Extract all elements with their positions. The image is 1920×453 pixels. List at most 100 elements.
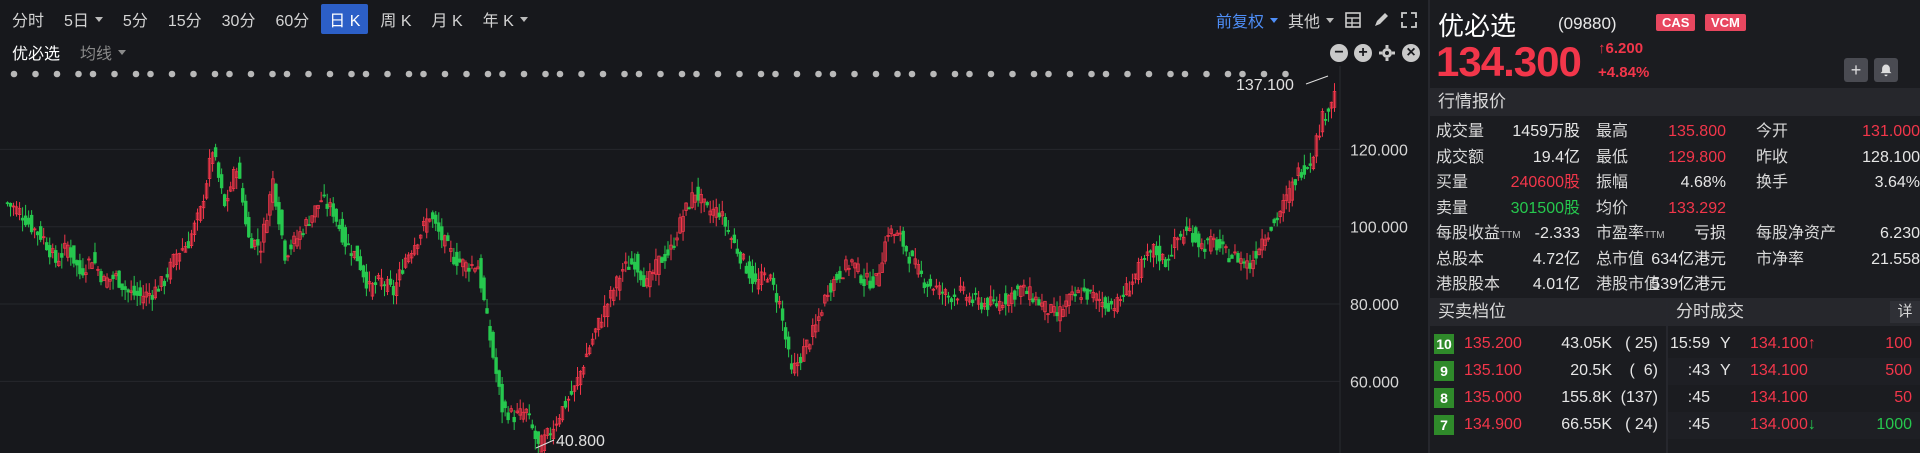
alert-bell-button[interactable] — [1874, 58, 1898, 82]
other-dropdown[interactable]: 其他 — [1288, 8, 1334, 32]
ma-dropdown[interactable]: 均线 — [80, 40, 127, 64]
quote-key: 市净率 — [1756, 248, 1804, 272]
event-dot — [772, 70, 779, 78]
candle-body — [135, 290, 139, 296]
tick-row: :45 134.000↓ 1000 — [1668, 412, 1920, 439]
event-dot — [520, 70, 528, 78]
candle-body — [738, 251, 743, 264]
period-tab-1[interactable]: 5日 — [56, 4, 111, 34]
period-label: 5日 — [64, 13, 89, 30]
quote-key: 总市值 — [1596, 248, 1644, 272]
zoom-in-icon[interactable]: + — [1354, 44, 1372, 62]
candle-body — [358, 256, 363, 270]
event-dot — [1030, 70, 1038, 78]
ask-price: 135.100 — [1464, 362, 1522, 379]
candle-body — [970, 299, 975, 303]
candle-body — [1254, 251, 1258, 259]
tick-volume: 50 — [1894, 389, 1912, 406]
ask-volume: 155.8K — [1561, 389, 1612, 406]
event-dot — [111, 70, 118, 78]
candle-body — [928, 278, 933, 287]
event-dot — [815, 70, 822, 78]
orderbook-row[interactable]: 8 135.000 155.8K (137) — [1430, 385, 1666, 412]
event-dot — [348, 70, 355, 78]
candle-body — [1191, 233, 1195, 243]
quote-key-text: 港股股本 — [1436, 276, 1501, 293]
quote-value: 3.64% — [1874, 174, 1920, 191]
event-dot — [53, 70, 61, 78]
add-watchlist-button[interactable]: + — [1844, 58, 1868, 82]
period-label: 年 K — [482, 13, 514, 30]
candle-body — [331, 203, 335, 217]
event-dot — [168, 70, 176, 78]
candle-body — [213, 147, 218, 158]
orderbook-row[interactable]: 7 134.900 66.55K ( 24) — [1430, 412, 1666, 439]
candle-body — [627, 266, 631, 270]
y-tick-label: 60.000 — [1350, 374, 1399, 391]
period-tab-3[interactable]: 15分 — [160, 4, 210, 34]
candle-body — [1326, 108, 1331, 112]
tick-price-wrap: 134.100 — [1750, 389, 1808, 407]
event-dot — [10, 70, 18, 78]
candle-body — [735, 248, 740, 254]
detail-button[interactable]: 详 — [1890, 301, 1920, 323]
candle-body — [506, 412, 510, 421]
period-tab-8[interactable]: 月 K — [424, 4, 471, 34]
quote-key: 成交额 — [1436, 146, 1484, 170]
candle-body — [48, 245, 52, 258]
orderbook-row[interactable]: 9 135.100 20.5K ( 6) — [1430, 358, 1666, 385]
candle-body — [774, 293, 779, 303]
candle-body — [111, 274, 115, 280]
kline-chart[interactable]: 120.000 100.000 80.000 60.000 137.100 40.800 — [0, 66, 1428, 453]
candle-body — [244, 200, 248, 225]
candle-body — [277, 202, 281, 225]
ask-volume: 43.05K — [1561, 335, 1612, 352]
period-tab-7[interactable]: 周 K — [372, 4, 419, 34]
period-tab-6[interactable]: 日 K — [321, 4, 369, 34]
ask-volume: 20.5K — [1570, 362, 1612, 379]
event-dot — [75, 70, 82, 78]
candle-body — [280, 209, 284, 236]
quote-key-text: 换手 — [1756, 174, 1789, 191]
period-tab-2[interactable]: 5分 — [115, 4, 156, 34]
candle-body — [325, 203, 329, 209]
period-label: 月 K — [431, 13, 463, 30]
tick-volume: 500 — [1885, 362, 1912, 379]
period-tab-4[interactable]: 30分 — [214, 4, 264, 34]
candle-body — [99, 271, 103, 283]
candle-body — [491, 331, 495, 358]
candle-body — [1031, 298, 1035, 303]
candle-body — [747, 261, 752, 279]
candle-body — [1230, 254, 1234, 259]
candle-body — [1242, 261, 1246, 264]
close-icon[interactable]: × — [1402, 44, 1420, 62]
quote-key-text: 今开 — [1756, 123, 1789, 140]
candle-body — [458, 258, 462, 263]
settings-gear-icon[interactable] — [1378, 44, 1396, 62]
quote-key: 总股本 — [1436, 248, 1484, 272]
ask-price: 135.200 — [1464, 335, 1522, 352]
orderbook-row[interactable]: 10 135.200 43.05K ( 25) — [1430, 331, 1666, 358]
candle-body — [60, 253, 64, 258]
draw-pen-icon[interactable] — [1372, 11, 1390, 29]
candle-body — [503, 401, 507, 409]
candle-body — [1109, 300, 1114, 305]
candle-body — [563, 400, 568, 408]
adjust-dropdown[interactable]: 前复权 — [1216, 8, 1278, 32]
candle-body — [569, 390, 574, 395]
quote-key-text: 最高 — [1596, 123, 1629, 140]
period-tab-9[interactable]: 年 K — [475, 4, 536, 34]
chart-controls: − + × — [1330, 44, 1420, 62]
quote-value: 4.72亿 — [1532, 250, 1580, 268]
candle-body — [660, 257, 664, 263]
fullscreen-icon[interactable] — [1400, 11, 1418, 29]
grid-layout-icon[interactable] — [1344, 11, 1362, 29]
chevron-down-icon — [519, 16, 528, 22]
candle-body — [126, 289, 130, 293]
change-value: 6.200 — [1605, 40, 1644, 57]
zoom-out-icon[interactable]: − — [1330, 44, 1348, 62]
period-tab-0[interactable]: 分时 — [4, 4, 52, 34]
quote-value: 539亿港元 — [1651, 276, 1726, 293]
period-tab-5[interactable]: 60分 — [267, 4, 317, 34]
candle-body — [639, 271, 643, 281]
